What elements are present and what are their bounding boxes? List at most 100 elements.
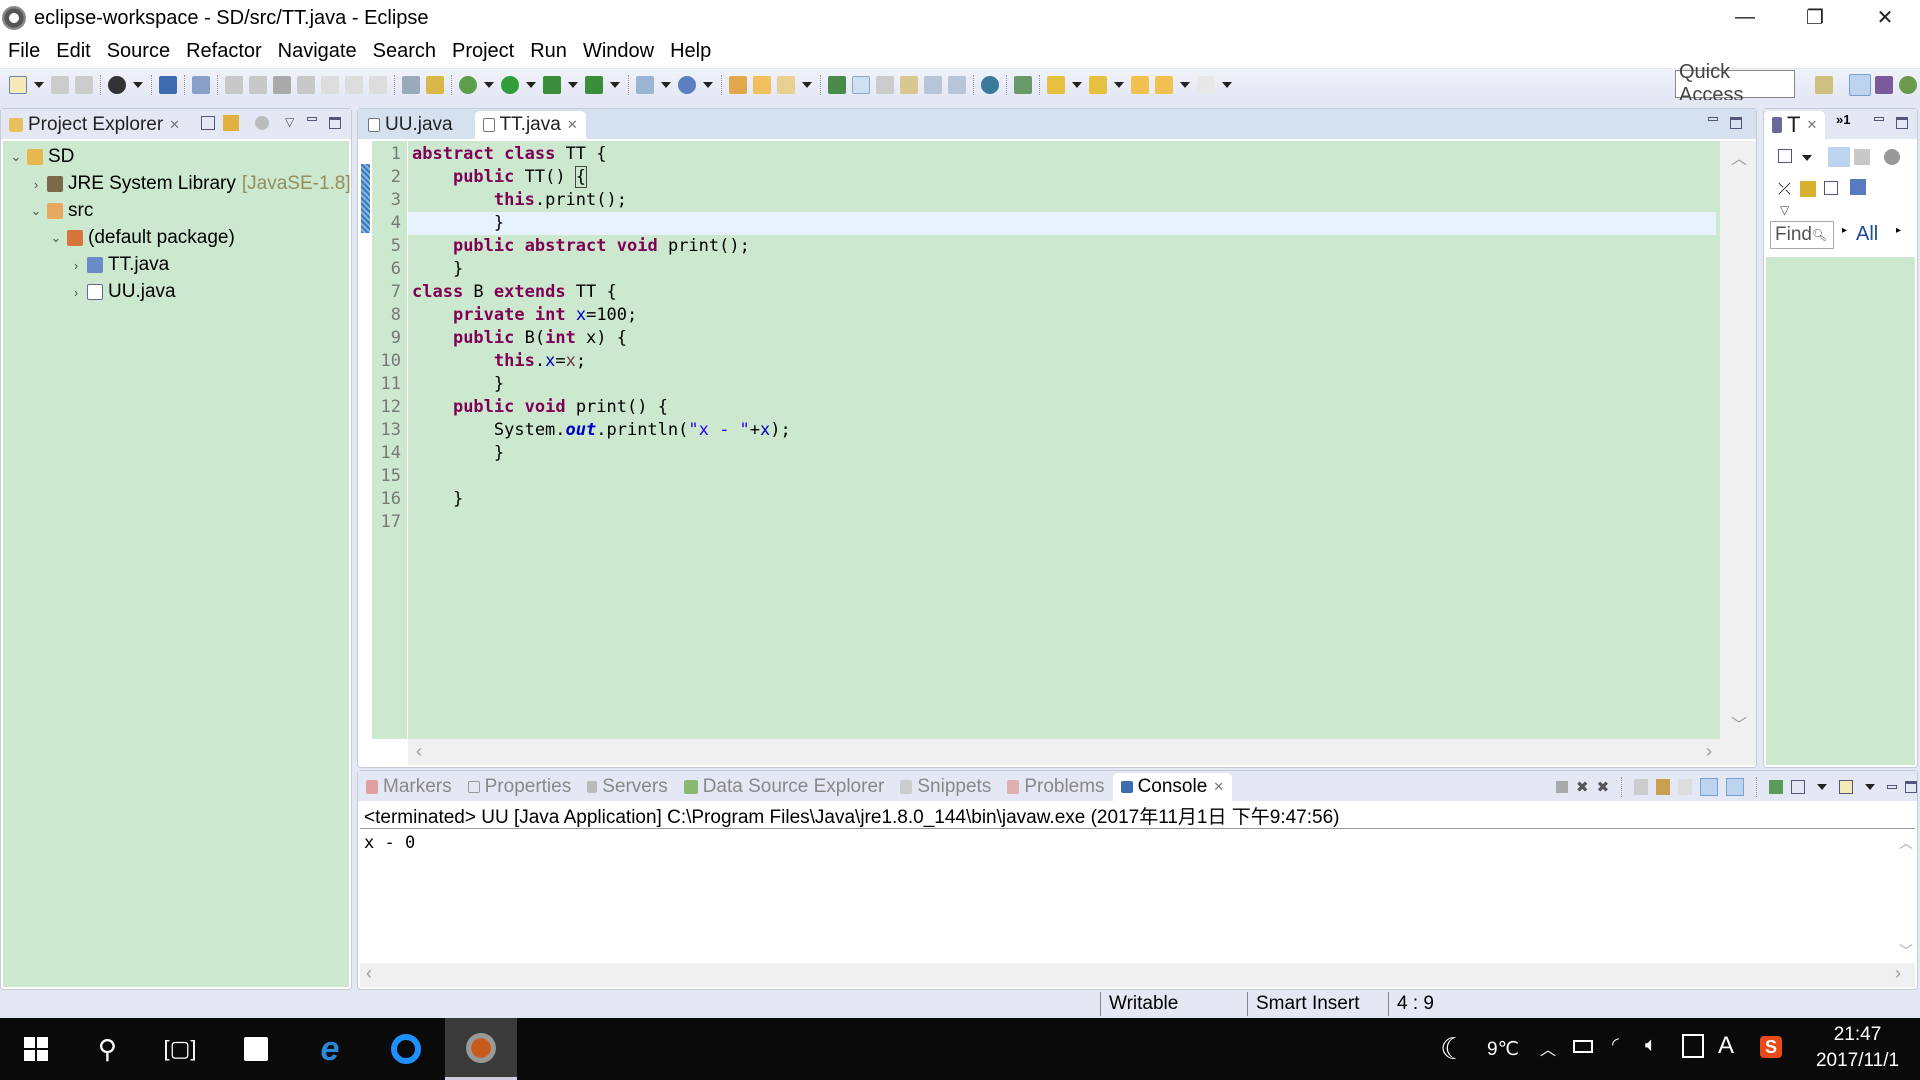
hide-completed-icon[interactable]: ⤫: [1778, 181, 1791, 199]
minimize-view-icon[interactable]: [1874, 117, 1884, 121]
back-icon[interactable]: [1155, 75, 1173, 94]
minimize-view-icon[interactable]: [1887, 785, 1898, 789]
debug-perspective-icon[interactable]: [1899, 76, 1917, 94]
clock[interactable]: 21:47 2017/11/1: [1800, 1022, 1915, 1074]
open-type-icon[interactable]: [729, 75, 747, 94]
close-button[interactable]: ✕: [1850, 0, 1920, 34]
server-dropdown-icon[interactable]: [661, 81, 671, 88]
console-vertical-scrollbar[interactable]: ︿ ﹀: [1893, 831, 1917, 963]
triangle-right-icon[interactable]: ▸: [1896, 225, 1901, 236]
menu-navigate[interactable]: Navigate: [270, 40, 365, 63]
clear-console-icon[interactable]: [1634, 779, 1649, 795]
scroll-up-icon[interactable]: ︿: [1731, 145, 1747, 169]
code-line[interactable]: public TT() {: [408, 166, 1716, 189]
java-perspective-icon[interactable]: [1875, 76, 1893, 94]
code-line[interactable]: public abstract void print();: [408, 235, 1716, 258]
tab-console[interactable]: Console ✕: [1112, 773, 1233, 801]
open-task-icon[interactable]: [753, 75, 771, 94]
tab-snippets[interactable]: Snippets: [892, 773, 999, 801]
maximize-view-icon[interactable]: [1730, 117, 1742, 129]
menu-file[interactable]: File: [0, 40, 48, 63]
tree-item-uu-java[interactable]: › UU.java: [69, 279, 176, 305]
terminal-icon[interactable]: [159, 75, 177, 94]
focus-icon[interactable]: [1884, 149, 1900, 165]
maximize-view-icon[interactable]: [1905, 781, 1918, 793]
word-wrap-icon[interactable]: [1678, 779, 1693, 795]
step-into-icon[interactable]: [321, 75, 339, 94]
back-dropdown-icon[interactable]: [1180, 81, 1190, 88]
forward-dropdown-icon[interactable]: [1222, 81, 1232, 88]
collapse-all-icon[interactable]: [1824, 181, 1838, 195]
tree-item-jre-library[interactable]: › JRE System Library [JavaSE-1.8]: [29, 171, 351, 197]
chevron-right-icon[interactable]: ›: [69, 258, 83, 273]
battery-icon[interactable]: [1573, 1040, 1593, 1053]
run-tool-dropdown-icon[interactable]: [568, 81, 578, 88]
weather-moon-icon[interactable]: ☾: [1440, 1032, 1467, 1067]
show-on-stdout-icon[interactable]: [1700, 778, 1719, 796]
code-line[interactable]: public void print() {: [408, 396, 1716, 419]
scheduled-icon[interactable]: [1854, 149, 1870, 165]
vertical-scrollbar[interactable]: ︿ ﹀: [1720, 141, 1756, 739]
eclipse-taskbar-button[interactable]: [445, 1018, 517, 1080]
input-method-indicator[interactable]: A: [1718, 1032, 1734, 1060]
tab-problems[interactable]: Problems: [999, 773, 1112, 801]
minimize-view-icon[interactable]: [1708, 117, 1718, 121]
java-ee-perspective-icon[interactable]: [1849, 74, 1871, 96]
save-icon[interactable]: [51, 75, 69, 94]
action-center-icon[interactable]: [1682, 1034, 1704, 1058]
new-dropdown-icon[interactable]: [34, 81, 44, 88]
tab-tt-java[interactable]: TT.java ✕: [474, 111, 586, 139]
tree-item-src[interactable]: ⌄ src: [29, 198, 94, 224]
find-input[interactable]: Find 🔍︎: [1770, 221, 1834, 249]
minimize-button[interactable]: —: [1710, 0, 1780, 34]
menu-project[interactable]: Project: [444, 40, 522, 63]
all-filter-link[interactable]: All: [1856, 223, 1878, 246]
volume-icon[interactable]: 🔈︎: [1645, 1034, 1657, 1057]
code-line[interactable]: }: [408, 212, 1716, 235]
wifi-icon[interactable]: ◜: [1612, 1034, 1619, 1055]
tab-project-explorer[interactable]: Project Explorer ✕: [1, 111, 189, 139]
maximize-view-icon[interactable]: [1896, 117, 1908, 129]
next-annotation-icon[interactable]: [1047, 75, 1065, 94]
store-button[interactable]: [220, 1018, 292, 1080]
pin-console-icon[interactable]: [1769, 780, 1784, 794]
sogou-ime-icon[interactable]: S: [1760, 1036, 1782, 1058]
mark-occurrences-icon[interactable]: [852, 75, 870, 94]
tab-data-source-explorer[interactable]: Data Source Explorer: [676, 773, 893, 801]
terminate-icon[interactable]: [1556, 781, 1568, 793]
show-tasks-icon[interactable]: [1800, 181, 1816, 197]
scroll-up-icon[interactable]: ︿: [1899, 833, 1913, 853]
code-line[interactable]: this.x=x;: [408, 350, 1716, 373]
skip-breakpoints-icon[interactable]: [192, 75, 210, 94]
code-line[interactable]: abstract class TT {: [408, 143, 1716, 166]
tree-item-default-package[interactable]: ⌄ (default package): [49, 225, 235, 251]
step-return-icon[interactable]: [369, 75, 387, 94]
code-editor[interactable]: 1 2 3 4 5 6 7 8 9 10 11 12 13 14 15 16 17 abstract class…: [358, 141, 1756, 765]
menu-source[interactable]: Source: [99, 40, 178, 63]
new-icon[interactable]: [9, 75, 27, 94]
collapse-all-icon[interactable]: [201, 116, 215, 130]
tree-item-tt-java[interactable]: › TT.java: [69, 252, 169, 278]
open-perspective-icon[interactable]: [1815, 76, 1833, 94]
scroll-right-icon[interactable]: ›: [1895, 963, 1901, 984]
forward-icon[interactable]: [1197, 75, 1215, 94]
code-line[interactable]: }: [408, 258, 1716, 281]
next-annotation-dropdown-icon[interactable]: [1072, 81, 1082, 88]
menu-edit[interactable]: Edit: [48, 40, 98, 63]
step-over-icon[interactable]: [345, 75, 363, 94]
close-tab-icon[interactable]: ✕: [567, 117, 578, 133]
tab-outline[interactable]: T ✕: [1764, 111, 1826, 139]
open-console-icon[interactable]: [1839, 780, 1854, 794]
cloud-app-button[interactable]: [370, 1018, 442, 1080]
scroll-down-icon[interactable]: ﹀: [1731, 711, 1747, 735]
close-tab-icon[interactable]: ✕: [1213, 779, 1224, 795]
start-button[interactable]: [0, 1018, 72, 1080]
chevron-down-icon[interactable]: ⌄: [29, 203, 43, 219]
menu-help[interactable]: Help: [662, 40, 719, 63]
profile-icon[interactable]: [108, 75, 126, 94]
run-dropdown-icon[interactable]: [526, 81, 536, 88]
link-with-editor-icon[interactable]: [223, 115, 239, 131]
chevron-down-icon[interactable]: ⌄: [49, 230, 63, 246]
scroll-right-icon[interactable]: ›: [1706, 741, 1712, 762]
menu-run[interactable]: Run: [522, 40, 575, 63]
